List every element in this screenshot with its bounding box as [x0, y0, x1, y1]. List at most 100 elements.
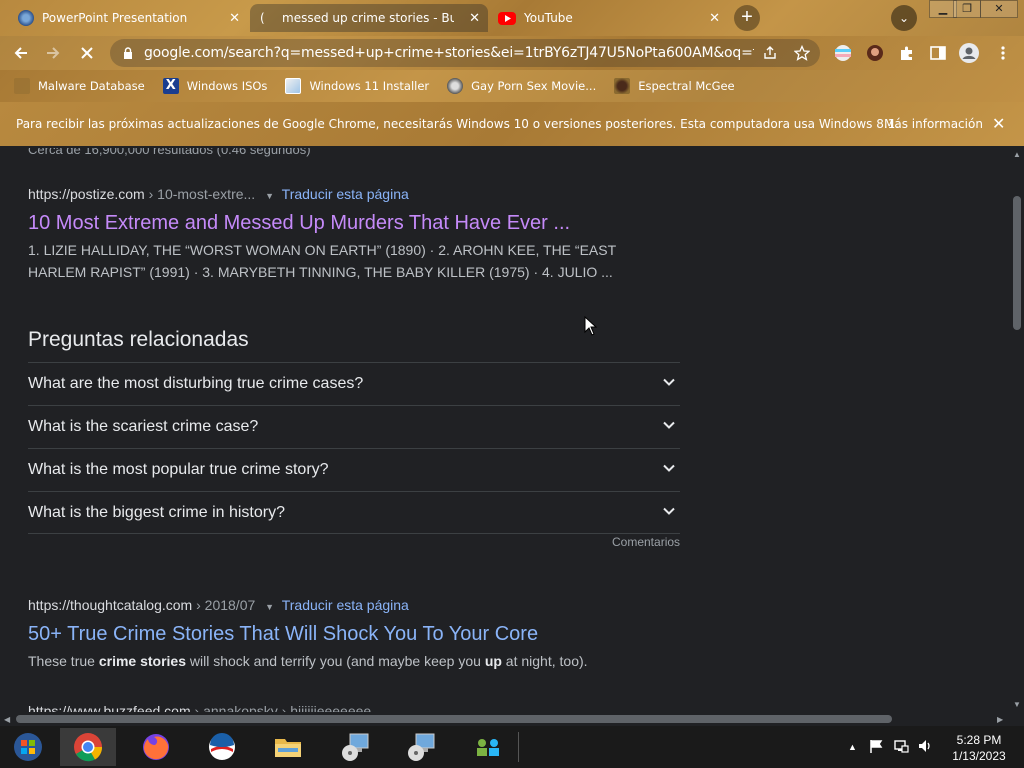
- caret-down-icon[interactable]: ▼: [265, 191, 274, 201]
- tab-search-button[interactable]: ⌄: [891, 5, 917, 31]
- close-infobar-icon[interactable]: ✕: [992, 114, 1005, 134]
- update-infobar: Para recibir las próximas actualizacione…: [0, 102, 1024, 146]
- menu-kebab-icon[interactable]: [994, 44, 1012, 62]
- address-bar[interactable]: google.com/search?q=messed+up+crime+stor…: [110, 39, 820, 67]
- extensions-puzzle-icon[interactable]: [898, 44, 916, 62]
- result-snippet: 1. LIZIE HALLIDAY, THE “WORST WOMAN ON E…: [28, 239, 628, 283]
- bookmark-espectral-mcgee[interactable]: Espectral McGee: [614, 78, 735, 94]
- scroll-down-icon[interactable]: ▼: [1013, 700, 1021, 709]
- back-button[interactable]: [8, 40, 34, 66]
- translate-link[interactable]: Traducir esta página: [282, 186, 409, 202]
- folder-icon: [275, 739, 301, 757]
- close-tab-icon[interactable]: ✕: [469, 11, 480, 26]
- loading-icon: (: [260, 11, 265, 25]
- result-title-link[interactable]: 50+ True Crime Stories That Will Shock Y…: [28, 623, 538, 646]
- new-tab-button[interactable]: +: [734, 5, 760, 31]
- bookmark-star-icon[interactable]: [794, 45, 810, 61]
- monitor-cd-icon: [408, 733, 435, 761]
- taskbar-file-explorer[interactable]: [260, 728, 316, 766]
- taskbar-remote-app-2[interactable]: [394, 728, 450, 766]
- scroll-right-icon[interactable]: ▶: [997, 715, 1003, 724]
- result-path: › 10-most-extre...: [148, 186, 256, 202]
- start-button[interactable]: [0, 728, 56, 766]
- clock-time: 5:28 PM: [956, 733, 1002, 747]
- taskbar-network-app[interactable]: [460, 728, 516, 766]
- snippet-text: will shock and terrify you (and maybe ke…: [186, 653, 485, 669]
- bookmark-favicon-icon: [14, 78, 30, 94]
- result-cite[interactable]: https://www.buzzfeed.com › annakopsky › …: [28, 703, 371, 712]
- monitor-cd-icon: [342, 733, 369, 761]
- search-results: Cerca de 16,900,000 resultados (0.46 seg…: [0, 146, 1010, 712]
- extension-avatar-icon[interactable]: [866, 44, 884, 62]
- profile-avatar-icon[interactable]: [958, 42, 980, 64]
- volume-icon[interactable]: [917, 738, 933, 754]
- chevron-down-icon: [663, 464, 675, 472]
- show-hidden-icons-icon[interactable]: ▲: [848, 742, 857, 752]
- vertical-scrollbar[interactable]: ▲ ▼: [1010, 146, 1024, 712]
- related-question[interactable]: What is the scariest crime case?: [28, 405, 680, 448]
- feedback-link[interactable]: Comentarios: [612, 535, 680, 549]
- chrome-icon: [74, 733, 103, 762]
- firefox-icon: [143, 734, 169, 760]
- taskbar-chrome[interactable]: [60, 728, 116, 766]
- close-tab-icon[interactable]: ✕: [229, 11, 240, 26]
- snippet-line: HARLEM RAPIST” (1991) · 3. MARYBETH TINN…: [28, 264, 613, 280]
- image-favicon-icon: [285, 78, 302, 94]
- bookmark-label: Malware Database: [38, 79, 145, 93]
- taskbar-clock[interactable]: 5:28 PM 1/13/2023: [944, 732, 1014, 764]
- scroll-left-icon[interactable]: ◀: [4, 715, 10, 724]
- windows-start-icon: [14, 733, 42, 761]
- share-icon[interactable]: [762, 45, 778, 61]
- users-network-icon: [477, 739, 499, 756]
- bookmark-malware-database[interactable]: Malware Database: [14, 78, 145, 94]
- url-text: google.com/search?q=messed+up+crime+stor…: [144, 45, 754, 61]
- caret-down-icon[interactable]: ▼: [265, 602, 274, 612]
- result-snippet: These true crime stories will shock and …: [28, 650, 628, 672]
- restore-button[interactable]: ❐: [953, 0, 981, 18]
- taskbar-remote-app-1[interactable]: [328, 728, 384, 766]
- taskbar-obama-app[interactable]: [194, 728, 250, 766]
- bookmark-movie[interactable]: Gay Porn Sex Movie...: [447, 78, 596, 94]
- related-question[interactable]: What is the biggest crime in history?: [28, 491, 680, 534]
- stop-button[interactable]: [74, 40, 100, 66]
- close-window-button[interactable]: ✕: [980, 0, 1018, 18]
- tab-strip: PowerPoint Presentation ✕ ( messed up cr…: [0, 0, 1024, 36]
- clock-date: 1/13/2023: [952, 749, 1006, 763]
- snippet-text: These true: [28, 653, 99, 669]
- bookmark-windows-11-installer[interactable]: Windows 11 Installer: [285, 78, 429, 94]
- related-question[interactable]: What are the most disturbing true crime …: [28, 362, 680, 405]
- character-favicon-icon: [614, 78, 631, 94]
- extension-flag-icon[interactable]: [834, 44, 852, 62]
- question-text: What are the most disturbing true crime …: [28, 375, 364, 392]
- bookmark-windows-isos[interactable]: X Windows ISOs: [162, 78, 267, 94]
- related-question[interactable]: What is the most popular true crime stor…: [28, 448, 680, 491]
- side-panel-icon[interactable]: [929, 44, 947, 62]
- scroll-up-icon[interactable]: ▲: [1013, 150, 1021, 159]
- translate-link[interactable]: Traducir esta página: [282, 597, 409, 613]
- network-icon[interactable]: [893, 738, 909, 754]
- taskbar: ▲ 5:28 PM 1/13/2023: [0, 726, 1024, 768]
- vertical-scroll-thumb[interactable]: [1013, 196, 1021, 330]
- close-tab-icon[interactable]: ✕: [709, 11, 720, 26]
- forward-arrow-icon: [47, 47, 60, 59]
- chevron-down-icon: [663, 378, 675, 386]
- result-cite[interactable]: https://postize.com › 10-most-extre... ▼…: [28, 186, 409, 202]
- tab-search[interactable]: ( messed up crime stories - Buscar ✕: [250, 4, 488, 32]
- tab-powerpoint[interactable]: PowerPoint Presentation ✕: [8, 4, 248, 32]
- action-center-flag-icon[interactable]: [868, 738, 884, 754]
- result-cite[interactable]: https://thoughtcatalog.com › 2018/07 ▼ T…: [28, 597, 409, 613]
- tab-youtube[interactable]: YouTube ✕: [488, 4, 728, 32]
- result-domain: https://postize.com: [28, 186, 145, 202]
- question-text: What is the scariest crime case?: [28, 418, 259, 435]
- question-text: What is the biggest crime in history?: [28, 503, 285, 521]
- forward-button[interactable]: [40, 40, 66, 66]
- horizontal-scroll-thumb[interactable]: [16, 715, 892, 723]
- result-title-link[interactable]: 10 Most Extreme and Messed Up Murders Th…: [28, 212, 570, 235]
- lock-icon: [124, 47, 132, 59]
- horizontal-scrollbar[interactable]: ◀ ▶: [0, 712, 1010, 726]
- more-info-link[interactable]: Más información: [884, 117, 983, 131]
- tab-title: messed up crime stories - Buscar: [282, 11, 454, 25]
- tab-title: YouTube: [524, 11, 573, 25]
- bookmark-label: Windows 11 Installer: [309, 79, 430, 93]
- taskbar-firefox[interactable]: [128, 728, 184, 766]
